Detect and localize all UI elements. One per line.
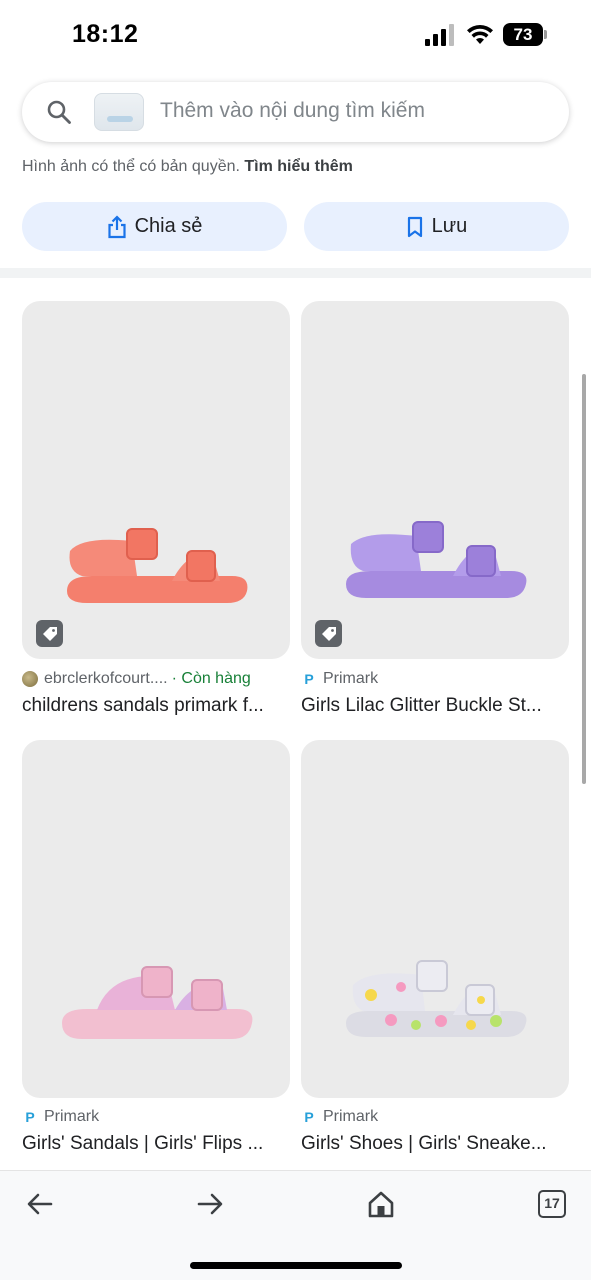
result-source[interactable]: P Primark (301, 1108, 378, 1126)
status-bar: 18:12 73 (0, 0, 591, 70)
wifi-icon (467, 24, 493, 44)
result-title[interactable]: Girls' Shoes | Girls' Sneake... (301, 1133, 569, 1155)
battery-icon: 73 (503, 23, 547, 46)
cellular-signal-icon (425, 24, 454, 46)
product-tag-icon (315, 620, 342, 647)
status-time: 18:12 (72, 20, 139, 48)
section-divider (0, 268, 591, 278)
home-indicator (190, 1262, 402, 1269)
bottom-navigation-bar: 17 (0, 1170, 591, 1280)
sandal-image (62, 966, 253, 1039)
primark-favicon-icon: P (304, 1109, 314, 1125)
learn-more-link[interactable]: Tìm hiểu thêm (244, 158, 352, 175)
source-name: Primark (44, 1108, 100, 1125)
scrollbar[interactable] (582, 374, 586, 784)
result-source[interactable]: P Primark (22, 1108, 99, 1126)
source-name: Primark (323, 1108, 379, 1125)
result-image[interactable] (22, 740, 290, 1098)
sandal-image (67, 528, 248, 603)
primark-favicon-icon: P (304, 671, 314, 687)
back-arrow-icon[interactable] (25, 1189, 55, 1219)
primark-favicon-icon: P (25, 1109, 35, 1125)
forward-arrow-icon[interactable] (195, 1189, 225, 1219)
product-tag-icon (36, 620, 63, 647)
result-image[interactable] (301, 740, 569, 1098)
search-icon[interactable] (46, 99, 72, 125)
copyright-notice: Hình ảnh có thể có bản quyền. Tìm hiểu t… (22, 158, 353, 176)
result-title[interactable]: Girls' Sandals | Girls' Flips ... (22, 1133, 290, 1155)
share-icon (107, 214, 126, 238)
copyright-text: Hình ảnh có thể có bản quyền. (22, 158, 240, 175)
search-image-thumbnail[interactable] (94, 93, 144, 131)
result-image[interactable] (301, 301, 569, 659)
search-input[interactable]: Thêm vào nội dung tìm kiếm (160, 99, 425, 123)
share-label: Chia sẻ (134, 215, 203, 237)
result-source[interactable]: ebrclerkofcourt.... · Còn hàng (22, 670, 251, 688)
result-image[interactable] (22, 301, 290, 659)
save-label: Lưu (431, 215, 468, 237)
stock-status: · Còn hàng (171, 670, 251, 687)
source-name: ebrclerkofcourt.... (44, 670, 168, 687)
result-source[interactable]: P Primark (301, 670, 378, 688)
battery-level: 73 (503, 23, 543, 46)
result-title[interactable]: childrens sandals primark f... (22, 695, 290, 717)
home-icon[interactable] (366, 1189, 396, 1219)
site-favicon-icon (22, 671, 38, 687)
sandal-image (346, 521, 527, 598)
save-button[interactable]: Lưu (304, 202, 569, 251)
result-title[interactable]: Girls Lilac Glitter Buckle St... (301, 695, 569, 717)
sandal-image (346, 960, 527, 1037)
tab-switcher-button[interactable]: 17 (538, 1190, 566, 1218)
source-name: Primark (323, 670, 379, 687)
share-button[interactable]: Chia sẻ (22, 202, 287, 251)
search-bar[interactable]: Thêm vào nội dung tìm kiếm (22, 82, 569, 142)
bookmark-icon (407, 216, 422, 237)
